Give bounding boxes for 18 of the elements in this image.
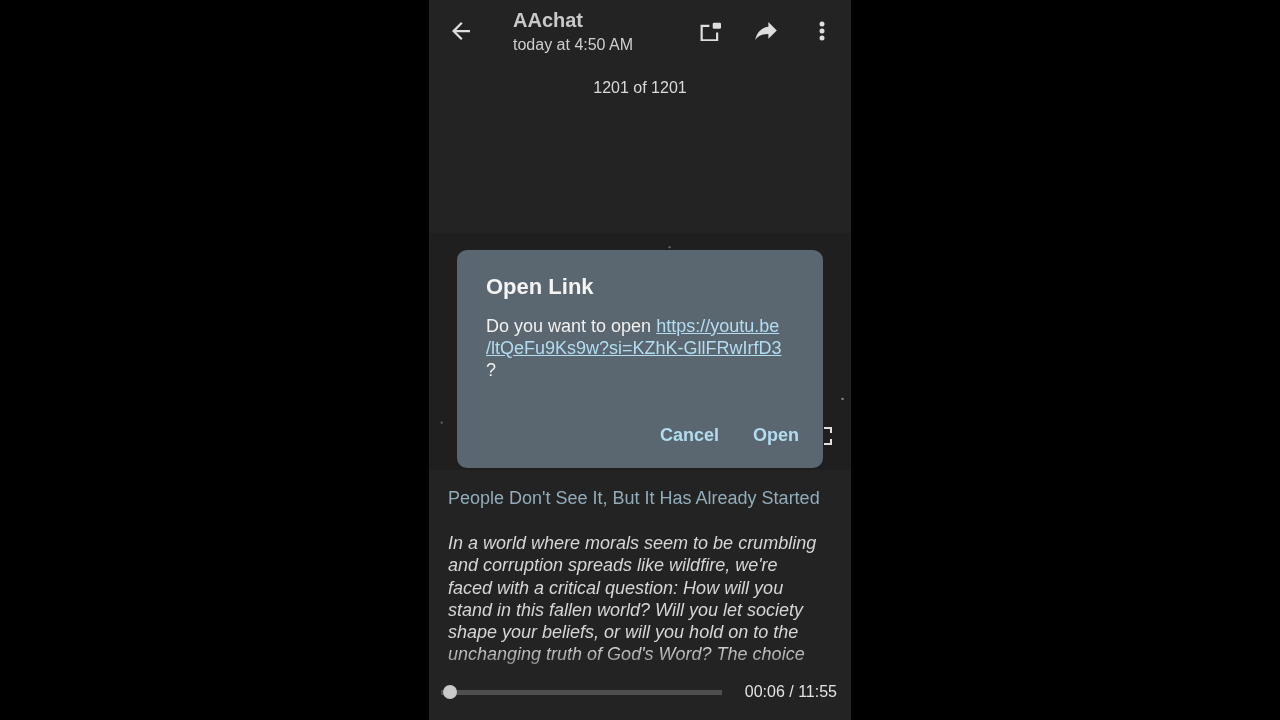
- message-time: today at 4:50 AM: [513, 34, 634, 55]
- post-body: In a world where morals seem to be crumbling and corruption spreads like wildfire, we're faced with a critical question: How will you stand in this fallen world? Will you let society shape your beliefs, or will you hold on to the unchanging truth of God's Word? The choice: [448, 532, 818, 666]
- share-icon: [755, 22, 777, 40]
- message-counter: 1201 of 1201: [593, 79, 687, 97]
- chat-title: AAchat: [513, 7, 583, 32]
- playback-time: 00:06 / 11:55: [744, 683, 837, 701]
- dialog-message: Do you want to open https://youtu.be /ltQeFu9Ks9w?si=KZhK-GllFRwIrfD3 ?: [486, 315, 782, 381]
- link[interactable]: /ltQeFu9Ks9w?si=KZhK-GllFRwIrfD3: [486, 337, 782, 359]
- link[interactable]: https://youtu.be: [656, 316, 780, 336]
- back-arrow-icon: [452, 22, 470, 40]
- bracket-icon: [824, 427, 832, 445]
- more-options-icon: [819, 21, 825, 41]
- post-heading: People Don't See It, But It Has Already Started: [448, 487, 820, 510]
- dialog-title: Open Link: [486, 274, 594, 300]
- seek-thumb[interactable]: [443, 685, 458, 699]
- picture-in-picture-icon: [699, 21, 721, 41]
- confirm-button[interactable]: Open: [747, 417, 805, 454]
- cancel-button[interactable]: Cancel: [653, 417, 725, 454]
